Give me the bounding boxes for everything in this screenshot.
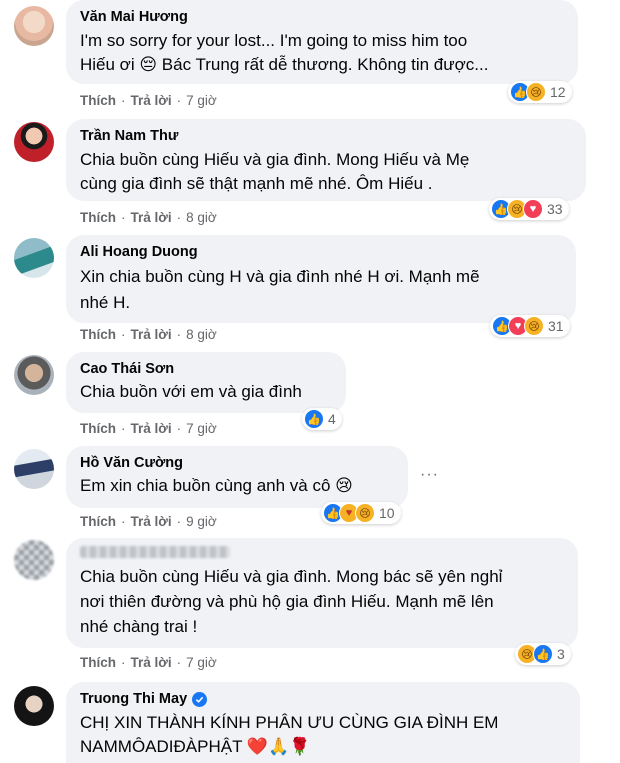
reply-button[interactable]: Trả lời	[131, 327, 172, 342]
sad-reaction-icon: 😢	[355, 503, 375, 523]
reaction-summary[interactable]: 😢 👍 3	[515, 643, 571, 665]
sad-reaction-icon: 😢	[526, 82, 546, 102]
comment-author[interactable]: Văn Mai Hương	[80, 8, 564, 26]
avatar[interactable]	[14, 122, 54, 162]
reaction-summary[interactable]: 👍 4	[302, 408, 342, 430]
reaction-count: 12	[550, 84, 566, 100]
comment-author[interactable]: Hồ Văn Cường	[80, 454, 394, 472]
comment-author[interactable]	[80, 546, 564, 558]
reaction-count: 31	[548, 318, 564, 334]
like-reaction-icon: 👍	[533, 644, 553, 664]
comment-author[interactable]: Truong Thi May	[80, 690, 566, 708]
comment-actions: Thích · Trả lời · 7 giờ	[80, 421, 217, 436]
comment-bubble: Văn Mai Hương I'm so sorry for your lost…	[66, 0, 578, 84]
comment-actions: Thích · Trả lời · 7 giờ	[80, 655, 217, 670]
comment-actions: Thích · Trả lời · 7 giờ	[80, 93, 217, 108]
avatar[interactable]	[14, 238, 54, 278]
like-button[interactable]: Thích	[80, 93, 116, 108]
comment-time[interactable]: 7 giờ	[186, 93, 217, 108]
verified-badge-icon	[192, 691, 208, 707]
comment-time[interactable]: 8 giờ	[186, 210, 217, 225]
avatar[interactable]	[14, 355, 54, 395]
comment-text: Chia buồn cùng Hiếu và gia đình. Mong bá…	[80, 567, 503, 636]
reaction-count: 33	[547, 201, 563, 217]
comment-bubble: Trần Nam Thư Chia buồn cùng Hiếu và gia …	[66, 119, 586, 201]
comment-author[interactable]: Trần Nam Thư	[80, 127, 572, 145]
reaction-summary[interactable]: 👍 ♥ 😢 31	[490, 315, 570, 337]
comment-bubble: Chia buồn cùng Hiếu và gia đình. Mong bá…	[66, 538, 578, 648]
comment-actions: Thích · Trả lời · 8 giờ	[80, 327, 217, 342]
like-button[interactable]: Thích	[80, 655, 116, 670]
comment-time[interactable]: 7 giờ	[186, 655, 217, 670]
comment-actions: Thích · Trả lời · 9 giờ	[80, 514, 217, 529]
reply-button[interactable]: Trả lời	[131, 93, 172, 108]
reaction-count: 10	[379, 505, 395, 521]
comment-text: Xin chia buồn cùng H và gia đình nhé H ơ…	[80, 267, 480, 312]
more-options-button[interactable]: ···	[420, 466, 439, 484]
comment-time[interactable]: 7 giờ	[186, 421, 217, 436]
like-button[interactable]: Thích	[80, 514, 116, 529]
comment-actions: Thích · Trả lời · 8 giờ	[80, 210, 217, 225]
avatar[interactable]	[14, 6, 54, 46]
comment-text: Chia buồn với em và gia đình	[80, 382, 302, 401]
avatar[interactable]	[14, 449, 54, 489]
like-button[interactable]: Thích	[80, 327, 116, 342]
reaction-count: 3	[557, 646, 565, 662]
reply-button[interactable]: Trả lời	[131, 655, 172, 670]
reaction-summary[interactable]: 👍 😢 12	[508, 81, 572, 103]
avatar[interactable]	[14, 540, 54, 580]
reaction-summary[interactable]: 👍 😢 ♥ 33	[489, 198, 569, 220]
reply-button[interactable]: Trả lời	[131, 210, 172, 225]
comment-time[interactable]: 8 giờ	[186, 327, 217, 342]
reaction-summary[interactable]: 👍 ♥ 😢 10	[321, 502, 401, 524]
avatar[interactable]	[14, 686, 54, 726]
comment-text: CHỊ XIN THÀNH KÍNH PHÂN ƯU CÙNG GIA ĐÌNH…	[80, 713, 499, 756]
comment-bubble: Hồ Văn Cường Em xin chia buồn cùng anh v…	[66, 446, 408, 508]
comment-text: Chia buồn cùng Hiếu và gia đình. Mong Hi…	[80, 150, 470, 193]
love-reaction-icon: ♥	[523, 199, 543, 219]
like-reaction-icon: 👍	[304, 409, 324, 429]
like-button[interactable]: Thích	[80, 210, 116, 225]
comment-bubble: Cao Thái Sơn Chia buồn với em và gia đìn…	[66, 352, 346, 413]
comment-author[interactable]: Cao Thái Sơn	[80, 360, 332, 378]
comment-author[interactable]: Ali Hoang Duong	[80, 243, 562, 261]
reply-button[interactable]: Trả lời	[131, 421, 172, 436]
blurred-author-name	[80, 546, 230, 558]
comment-bubble: Truong Thi May CHỊ XIN THÀNH KÍNH PHÂN Ư…	[66, 682, 580, 763]
comment-text: Em xin chia buồn cùng anh và cô 😢	[80, 476, 353, 495]
comment-text: I'm so sorry for your lost... I'm going …	[80, 31, 489, 74]
like-button[interactable]: Thích	[80, 421, 116, 436]
sad-reaction-icon: 😢	[524, 316, 544, 336]
comment-bubble: Ali Hoang Duong Xin chia buồn cùng H và …	[66, 235, 576, 323]
comment-time[interactable]: 9 giờ	[186, 514, 217, 529]
reply-button[interactable]: Trả lời	[131, 514, 172, 529]
reaction-count: 4	[328, 411, 336, 427]
